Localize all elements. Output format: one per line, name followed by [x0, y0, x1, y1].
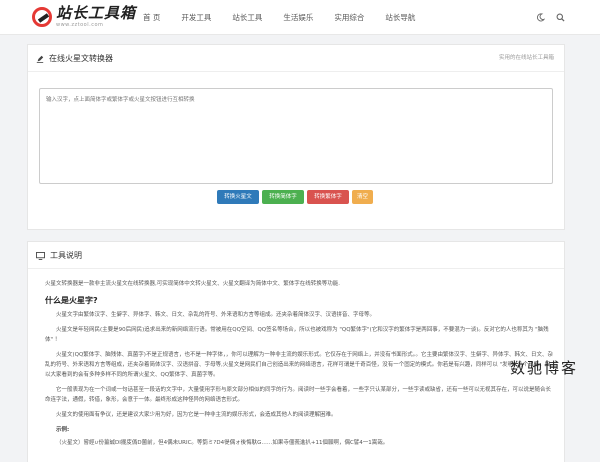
site-logo[interactable]: 站长工具箱 www.zztool.com — [32, 5, 136, 31]
help-heading: 什么是火星字? — [45, 296, 98, 305]
logo-text: 站长工具箱 www.zztool.com — [56, 4, 137, 29]
text-input-area[interactable] — [39, 88, 553, 184]
convert-button-group: 转换火星文 转换简体字 转换繁体字 清空 — [217, 190, 376, 204]
help-card-header: 工具说明 — [28, 242, 564, 269]
logo-title: 站长工具箱 — [56, 4, 137, 22]
nav-item-home[interactable]: 首 页 — [143, 0, 160, 35]
help-paragraph: 火星文是年轻网民(主要是90后网民)追求出来的新网络流行语。常被用在QQ空间、Q… — [45, 327, 549, 343]
edit-pencil-icon — [36, 55, 44, 63]
help-paragraph: 火星文的使用面有争议，还是建议大家少用为好，因为它是一种非主流的娱乐形式，会造成… — [56, 412, 337, 418]
converter-card: 在线火星文转换器 实用的在线站长工具箱 转换火星文 转换简体字 转换繁体字 清空 — [27, 44, 565, 230]
help-title-text: 工具说明 — [50, 251, 82, 260]
dark-mode-moon-icon[interactable] — [536, 13, 545, 22]
help-paragraph: 火星文(QQ繁体字、脑残体、真菌字)不是正规语言，也不是一种字体，，你可以理解为… — [45, 352, 553, 378]
convert-to-traditional-button[interactable]: 转换繁体字 — [307, 190, 349, 204]
converter-hint: 实用的在线站长工具箱 — [498, 55, 554, 61]
convert-to-martian-button[interactable]: 转换火星文 — [217, 190, 259, 204]
help-paragraph: 火星文字由繁体汉字、生僻字、异体字、韩文、日文、杂乱的符号、外来语和方言等组成。… — [56, 312, 376, 318]
main-nav: 首 页 开发工具 站长工具 生活娱乐 实用综合 站长导航 — [143, 0, 436, 35]
help-title: 工具说明 — [36, 242, 82, 269]
nav-item-dev-tools[interactable]: 开发工具 — [181, 0, 211, 35]
sample-label: 示例: — [56, 427, 70, 433]
nav-item-utilities[interactable]: 实用综合 — [334, 0, 364, 35]
help-paragraph: 它一般表现为在一个词或一句话甚至一段话的文字中，大量使用字形与原文部分相似的同字… — [45, 387, 552, 403]
top-header: 站长工具箱 www.zztool.com 首 页 开发工具 站长工具 生活娱乐 … — [0, 0, 600, 35]
sample-text: （火星文）嘗經∪份薑誠DI擺庋僞D薗前，但4偶未URIC。等箌ミ?D4徥偶ォ後悔… — [56, 440, 389, 446]
convert-to-simplified-button[interactable]: 转换简体字 — [262, 190, 304, 204]
converter-title: 在线火星文转换器 — [36, 45, 113, 72]
help-content: 火星文转换器是一款非主流火星文在线转换器,可实现简体中文转火星文、火星文翻译为简… — [45, 279, 555, 448]
nav-item-webmaster-nav[interactable]: 站长导航 — [385, 0, 415, 35]
logo-icon — [32, 7, 52, 27]
search-icon[interactable] — [556, 13, 565, 22]
help-intro: 火星文转换器是一款非主流火星文在线转换器,可实现简体中文转火星文、火星文翻译为简… — [45, 281, 341, 287]
nav-item-webmaster-tools[interactable]: 站长工具 — [232, 0, 262, 35]
help-card: 工具说明 火星文转换器是一款非主流火星文在线转换器,可实现简体中文转火星文、火星… — [27, 241, 565, 462]
converter-card-header: 在线火星文转换器 实用的在线站长工具箱 — [28, 45, 564, 72]
nav-item-life-entertainment[interactable]: 生活娱乐 — [283, 0, 313, 35]
monitor-icon — [36, 251, 45, 260]
clear-button[interactable]: 清空 — [352, 190, 373, 204]
logo-subtitle: www.zztool.com — [56, 22, 104, 28]
converter-title-text: 在线火星文转换器 — [49, 54, 113, 63]
watermark: 数驰博客 — [510, 359, 579, 377]
